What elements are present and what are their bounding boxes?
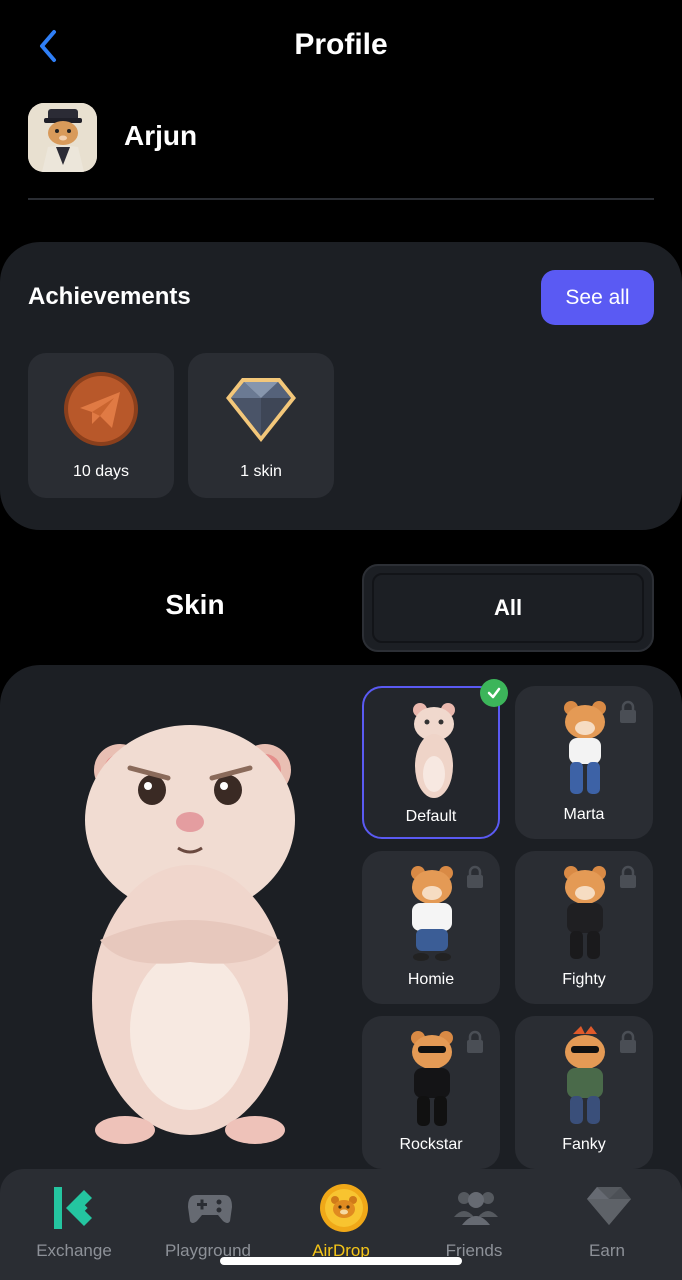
diamond-icon: [587, 1187, 631, 1225]
skin-card-default[interactable]: Default: [362, 686, 500, 839]
achievements-title: Achievements: [28, 283, 191, 310]
nav-item-exchange[interactable]: Exchange: [6, 1169, 142, 1269]
hamster-fanky-icon: [565, 1026, 605, 1124]
lock-icon: [620, 865, 636, 888]
gamepad-icon: [188, 1195, 232, 1223]
check-icon: [480, 679, 508, 707]
page-title: Profile: [294, 28, 388, 61]
nav-label: Exchange: [36, 1241, 112, 1260]
hamster-default-icon: [413, 703, 455, 798]
skin-name: Default: [405, 808, 457, 825]
skin-name: Marta: [563, 806, 605, 823]
skin-name: Rockstar: [399, 1136, 463, 1153]
telegram-badge-icon: [64, 372, 138, 446]
skin-card-marta[interactable]: Marta: [515, 686, 653, 839]
lock-icon: [467, 1030, 483, 1053]
skin-card-fanky[interactable]: Fanky: [515, 1016, 653, 1169]
avatar[interactable]: [28, 103, 97, 172]
exchange-logo-icon: [54, 1187, 92, 1229]
skin-name: Fanky: [562, 1136, 606, 1153]
achievement-label: 1 skin: [240, 463, 282, 480]
home-indicator: [220, 1257, 462, 1265]
achievement-card[interactable]: 1 skin: [188, 353, 334, 498]
nav-item-playground[interactable]: Playground: [140, 1169, 276, 1269]
skin-name: Fighty: [562, 971, 606, 988]
nav-item-airdrop[interactable]: AirDrop: [273, 1169, 409, 1269]
skin-section-label: Skin: [165, 589, 225, 620]
lock-icon: [467, 865, 483, 888]
see-all-button[interactable]: See all: [541, 270, 654, 325]
hamster-coin-icon: [320, 1184, 368, 1232]
achievement-label: 10 days: [72, 463, 130, 480]
lock-icon: [620, 1030, 636, 1053]
skin-card-rockstar[interactable]: Rockstar: [362, 1016, 500, 1169]
achievement-card[interactable]: 10 days: [28, 353, 174, 498]
diamond-badge-icon: [226, 378, 296, 442]
username: Arjun: [124, 120, 198, 151]
friends-icon: [454, 1192, 498, 1225]
hamster-fighty-icon: [564, 866, 606, 959]
lock-icon: [620, 700, 636, 723]
skin-card-fighty[interactable]: Fighty: [515, 851, 653, 1004]
skin-name: Homie: [407, 971, 455, 988]
nav-label: Earn: [589, 1241, 625, 1260]
hamster-rockstar-icon: [411, 1031, 453, 1126]
hamster-avatar-icon: [28, 103, 97, 172]
filter-all-button[interactable]: All: [372, 573, 644, 643]
divider: [28, 198, 654, 200]
nav-item-earn[interactable]: Earn: [539, 1169, 675, 1269]
hamster-preview-image: [85, 725, 295, 1144]
hamster-marta-icon: [564, 701, 606, 794]
skin-card-homie[interactable]: Homie: [362, 851, 500, 1004]
hamster-homie-icon: [411, 866, 453, 961]
nav-item-friends[interactable]: Friends: [406, 1169, 542, 1269]
